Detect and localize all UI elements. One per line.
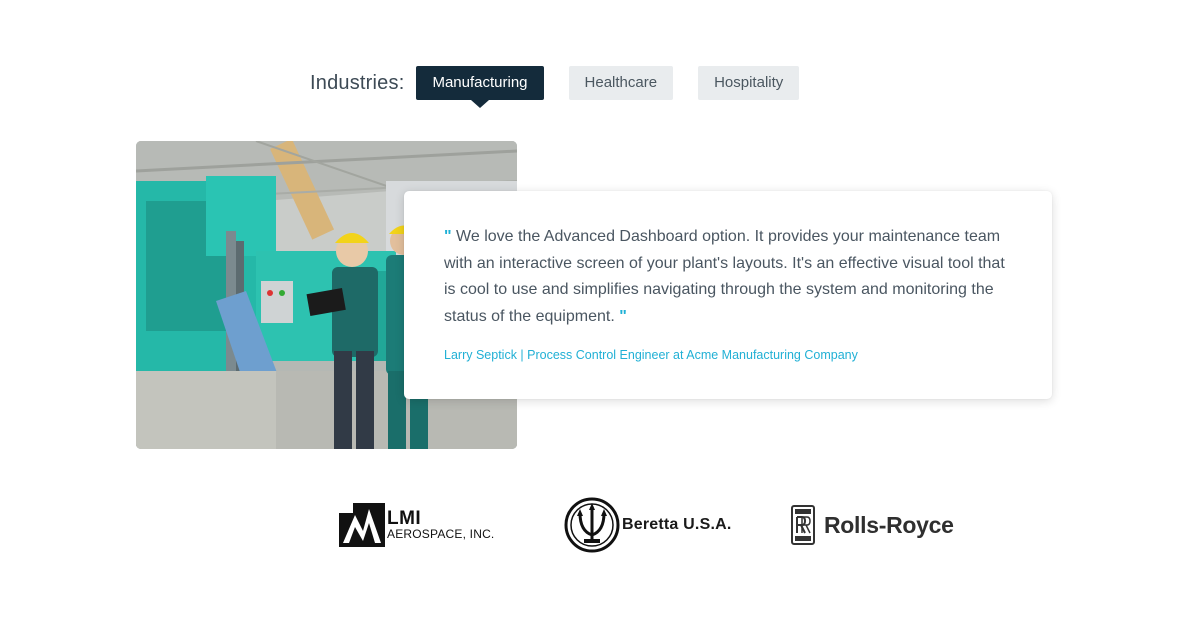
rolls-royce-wordmark: Rolls-Royce — [824, 511, 954, 538]
customer-logos: LMI AEROSPACE, INC. Beretta U.S.A. Rolls… — [0, 495, 1200, 555]
testimonial-card: " We love the Advanced Dashboard option.… — [404, 191, 1052, 399]
testimonial-quote: " We love the Advanced Dashboard option.… — [444, 224, 1009, 330]
lmi-subtitle: AEROSPACE, INC. — [387, 526, 495, 541]
quote-body: We love the Advanced Dashboard option. I… — [444, 228, 1005, 325]
lmi-aerospace-logo: LMI AEROSPACE, INC. — [339, 495, 494, 555]
industries-label: Industries: — [310, 71, 405, 94]
rolls-royce-badge-icon — [791, 505, 815, 545]
lmi-emblem-icon — [339, 503, 385, 547]
lmi-name: LMI — [387, 507, 422, 529]
testimonials-section: Industries: Manufacturing Healthcare Hos… — [0, 0, 1200, 627]
testimonial-author: Larry Septick | Process Control Engineer… — [444, 348, 858, 362]
tab-healthcare[interactable]: Healthcare — [568, 66, 674, 100]
close-quote-mark: " — [619, 307, 627, 325]
rolls-royce-logo: Rolls-Royce — [791, 495, 954, 555]
tab-manufacturing[interactable]: Manufacturing — [416, 66, 544, 100]
industries-tab-bar: Industries: Manufacturing Healthcare Hos… — [310, 66, 824, 100]
beretta-logo: Beretta U.S.A. — [564, 495, 732, 555]
beretta-wordmark: Beretta U.S.A. — [622, 516, 732, 533]
lmi-wordmark: LMI AEROSPACE, INC. — [387, 507, 495, 541]
tab-hospitality[interactable]: Hospitality — [698, 66, 800, 100]
open-quote-mark: " — [444, 228, 452, 245]
beretta-trident-icon — [564, 497, 620, 553]
